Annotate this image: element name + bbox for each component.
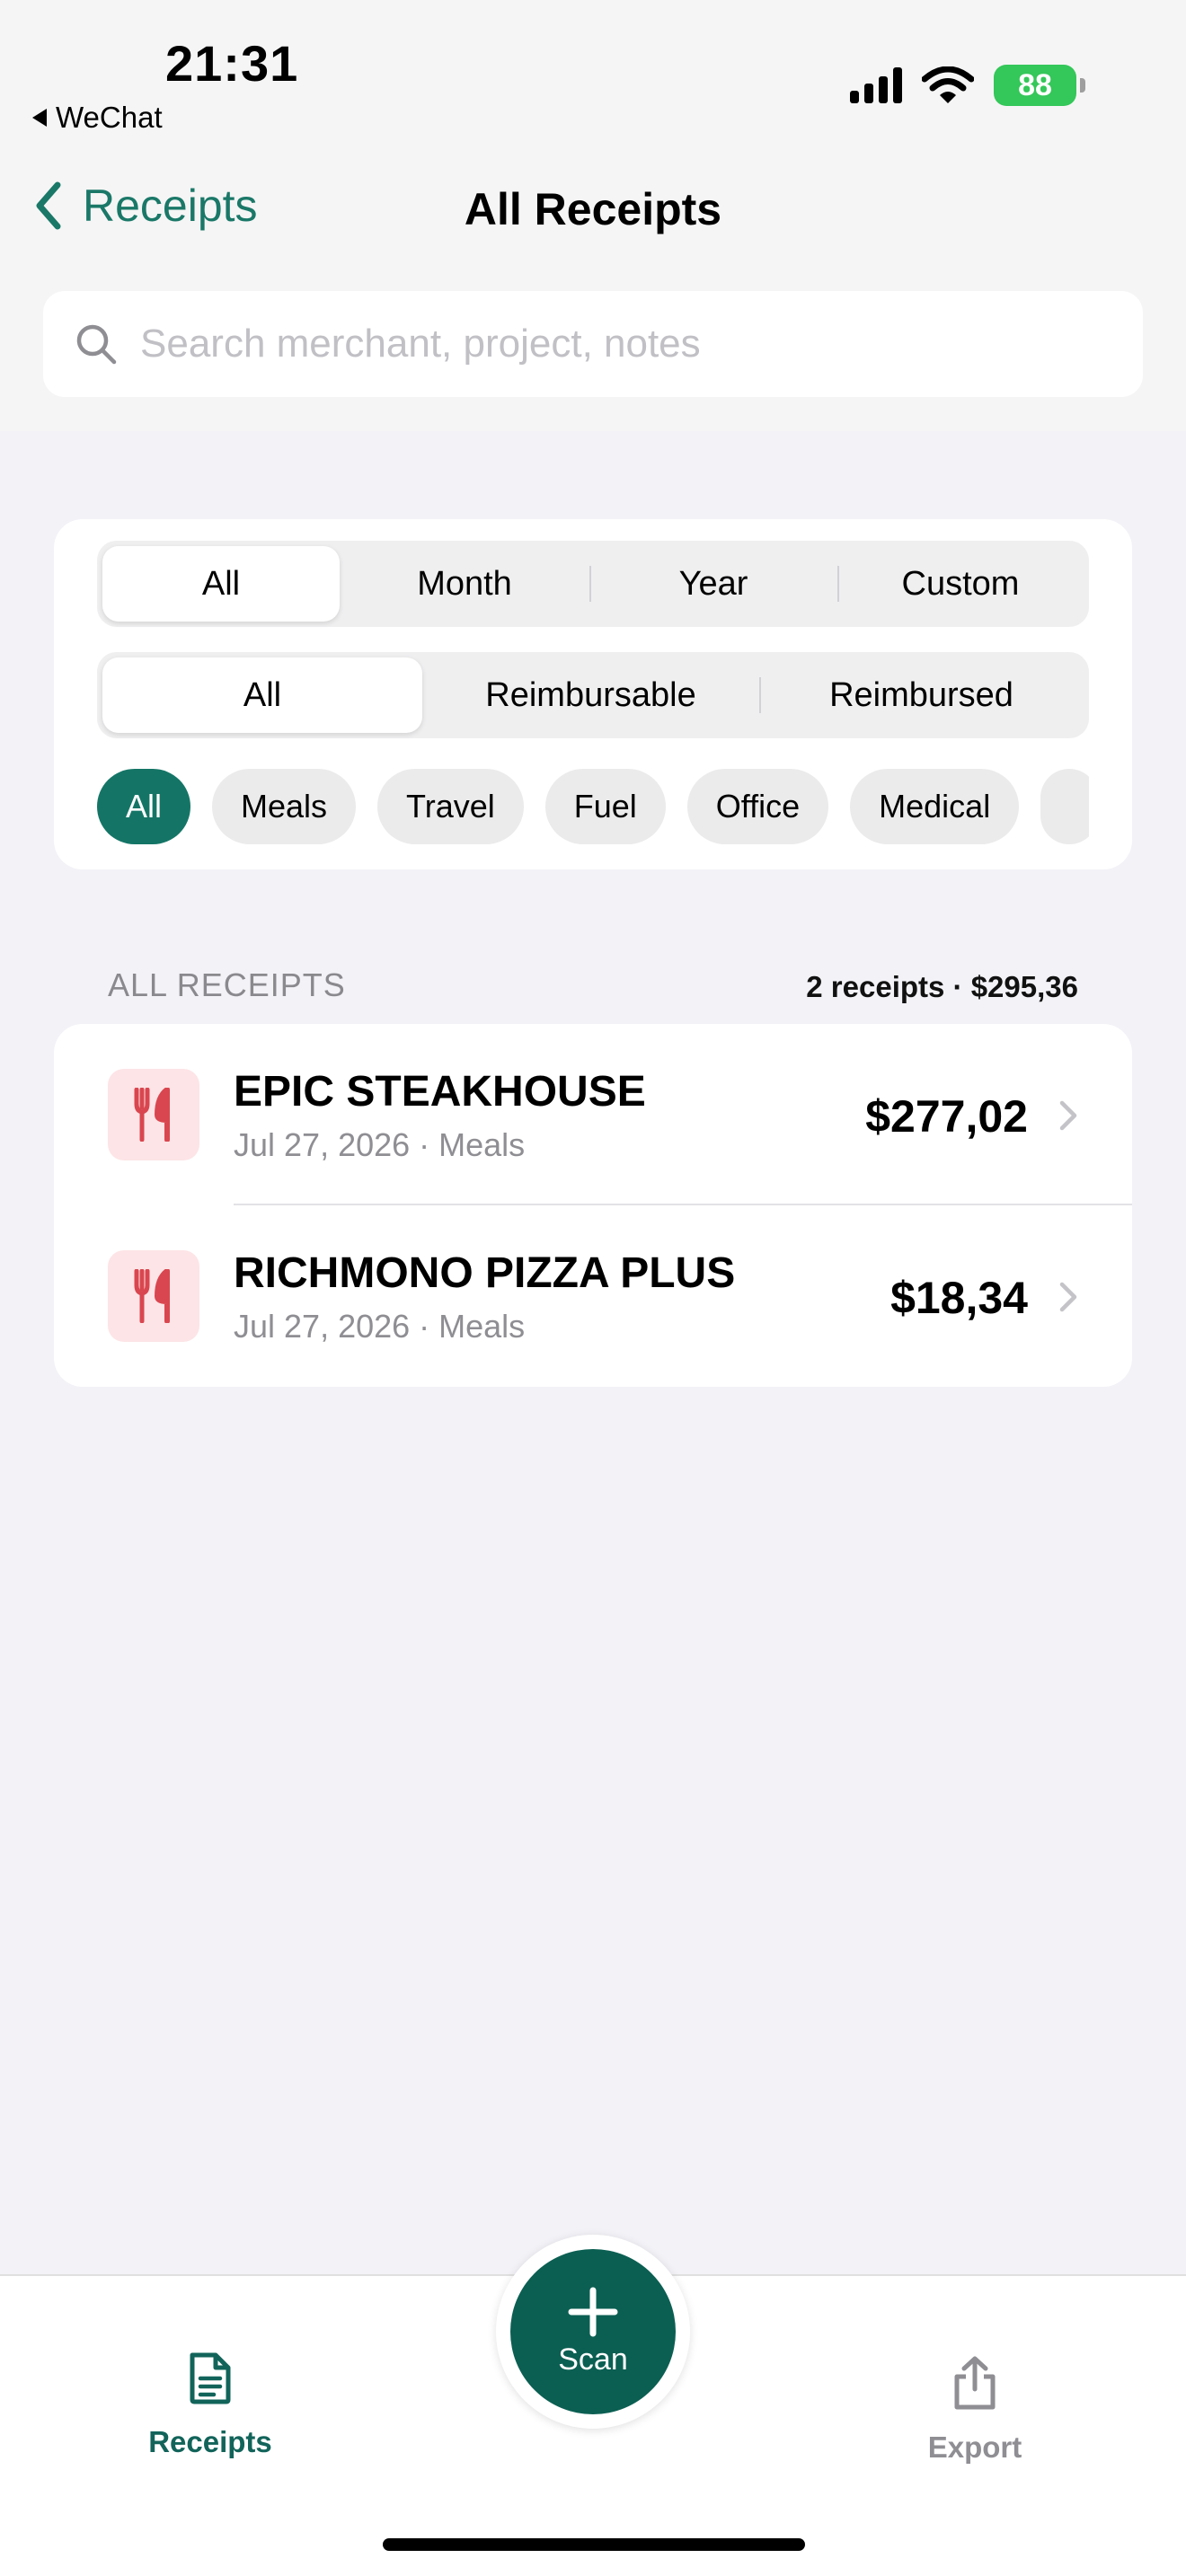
scan-button[interactable]: Scan (510, 2249, 676, 2414)
category-chip-more[interactable] (1040, 769, 1089, 844)
home-indicator (383, 2538, 805, 2551)
receipts-list: EPIC STEAKHOUSE Jul 27, 2026 · Meals $27… (54, 1024, 1132, 1387)
receipt-meta: Jul 27, 2026 · Meals (234, 1126, 526, 1163)
battery-level: 88 (1018, 67, 1052, 102)
tab-export[interactable]: Export (898, 2355, 1051, 2465)
category-chip-office[interactable]: Office (686, 769, 829, 844)
receipt-amount: $277,02 (865, 1091, 1028, 1142)
document-icon (190, 2352, 231, 2404)
battery-icon: 88 (994, 65, 1085, 106)
receipt-row[interactable]: RICHMONO PIZZA PLUS Jul 27, 2026 · Meals… (54, 1205, 1132, 1387)
tab-receipts[interactable]: Receipts (135, 2351, 286, 2459)
period-month[interactable]: Month (340, 546, 589, 622)
category-chip-fuel[interactable]: Fuel (544, 769, 666, 844)
category-chip-all[interactable]: All (97, 769, 191, 844)
chevron-right-icon (1059, 1282, 1077, 1312)
fork-knife-icon (108, 1069, 199, 1160)
category-chip-medical[interactable]: Medical (850, 769, 1020, 844)
receipt-merchant: EPIC STEAKHOUSE (234, 1068, 646, 1116)
receipt-meta: Jul 27, 2026 · Meals (234, 1308, 526, 1345)
category-chip-travel[interactable]: Travel (377, 769, 524, 844)
screen: 21:31 WeChat 88 Receipts All Receipts Se… (0, 0, 1186, 2576)
fork-knife-icon (108, 1250, 199, 1342)
section-title: ALL RECEIPTS (108, 966, 346, 1003)
search-input[interactable] (140, 322, 1084, 366)
receipt-merchant: RICHMONO PIZZA PLUS (234, 1249, 736, 1297)
tab-export-label: Export (927, 2430, 1022, 2464)
category-chips: All Meals Travel Fuel Office Medical (97, 769, 1089, 844)
status-segmented-control: All Reimbursable Reimbursed (97, 652, 1089, 738)
status-back-to-app[interactable]: WeChat (32, 101, 163, 135)
cellular-signal-icon (850, 67, 902, 103)
period-custom[interactable]: Custom (837, 546, 1084, 622)
status-reimbursable[interactable]: Reimbursable (422, 657, 759, 733)
tab-receipts-label: Receipts (148, 2425, 272, 2458)
status-all[interactable]: All (102, 657, 422, 733)
section-summary: 2 receipts · $295,36 (806, 970, 1078, 1003)
period-all[interactable]: All (102, 546, 340, 622)
status-reimbursed[interactable]: Reimbursed (759, 657, 1084, 733)
receipt-row[interactable]: EPIC STEAKHOUSE Jul 27, 2026 · Meals $27… (54, 1024, 1132, 1205)
wifi-icon (922, 66, 974, 103)
category-chip-meals[interactable]: Meals (212, 769, 357, 844)
share-icon (954, 2356, 996, 2410)
filter-card: All Month Year Custom All Reimbursable R… (54, 519, 1132, 869)
page-title: All Receipts (464, 184, 722, 234)
period-year[interactable]: Year (589, 546, 837, 622)
chevron-right-icon (1059, 1100, 1077, 1131)
back-triangle-icon (32, 109, 47, 127)
status-back-label: WeChat (56, 101, 163, 134)
scan-button-label: Scan (558, 2342, 628, 2377)
status-time: 21:31 (165, 35, 299, 92)
receipt-amount: $18,34 (890, 1273, 1028, 1323)
plus-icon (568, 2287, 618, 2336)
period-segmented-control: All Month Year Custom (97, 541, 1089, 627)
search-icon (76, 324, 117, 365)
status-icons: 88 (850, 65, 1085, 106)
search-bar[interactable] (43, 291, 1143, 397)
